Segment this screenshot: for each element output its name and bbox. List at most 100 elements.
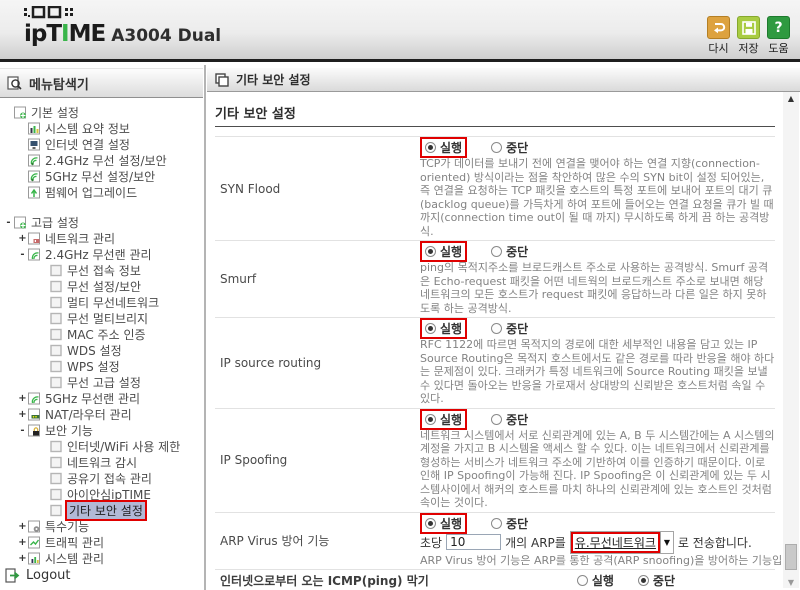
stop-option-radio[interactable] <box>491 413 503 425</box>
sidebar-item[interactable]: 인터넷 연결 설정 <box>0 136 202 152</box>
page-icon <box>49 360 65 373</box>
setting-section: IP source routing 실행 중단 RFC 1122에 따르면 목적지의 … <box>215 318 775 409</box>
menu-item-label: 무선 멀티브리지 <box>67 311 149 326</box>
page-icon <box>215 72 229 87</box>
refresh-button[interactable]: 다시 <box>707 16 730 56</box>
expand-toggle[interactable]: - <box>18 425 27 436</box>
stop-option[interactable]: 중단 <box>491 515 528 532</box>
expand-toggle[interactable]: + <box>18 537 27 548</box>
menu-item-label: NAT/라우터 관리 <box>45 407 132 422</box>
sidebar-item[interactable]: 무선 설정/보안 <box>0 278 202 294</box>
scroll-thumb[interactable] <box>785 544 797 570</box>
sidebar-item[interactable]: - 2.4GHz 무선랜 관리 <box>0 246 202 262</box>
run-option-label: 실행 <box>591 574 614 588</box>
refresh-label: 다시 <box>708 42 729 55</box>
logo-text: ipTIME <box>24 21 106 47</box>
sidebar-item[interactable]: + NAT/라우터 관리 <box>0 406 202 422</box>
sidebar-item[interactable]: 기본 설정 <box>0 104 202 120</box>
sidebar-item[interactable]: 공유기 접속 관리 <box>0 470 202 486</box>
sidebar-item[interactable]: + 트래픽 관리 <box>0 534 202 550</box>
folder-gear-icon <box>13 216 29 229</box>
run-option-radio[interactable] <box>576 575 588 586</box>
page-icon <box>49 488 65 501</box>
expand-toggle[interactable]: - <box>18 249 27 260</box>
sidebar-item[interactable]: WPS 설정 <box>0 358 202 374</box>
help-button[interactable]: ? 도움 <box>767 16 790 56</box>
sidebar-item[interactable]: 멀티 무선네트워크 <box>0 294 202 310</box>
sidebar-item[interactable]: 펌웨어 업그레이드 <box>0 184 202 200</box>
run-option[interactable]: 실행 <box>425 243 462 260</box>
stop-option[interactable]: 중단 <box>491 139 528 156</box>
menu-explorer-titlebar: 메뉴탐색기 <box>0 68 203 98</box>
save-button[interactable]: 저장 <box>737 16 760 56</box>
menu-item-label: 네트워크 감시 <box>67 455 138 470</box>
sidebar-item[interactable]: 네트워크 감시 <box>0 454 202 470</box>
sidebar-item[interactable]: 5GHz 무선 설정/보안 <box>0 168 202 184</box>
scrollbar[interactable]: ▲ ▼ <box>783 92 799 588</box>
sidebar-item[interactable]: + 네트워크 관리 <box>0 230 202 246</box>
sidebar-item[interactable]: +5GHz 무선랜 관리 <box>0 390 202 406</box>
stop-option-radio[interactable] <box>491 142 503 153</box>
menu-item-label: 인터넷 연결 설정 <box>45 137 130 152</box>
setting-body: 실행 중단 RFC 1122에 따르면 목적지의 경로에 대한 세부적인 내용을 담… <box>420 318 775 408</box>
sidebar-item[interactable]: + 시스템 관리 <box>0 550 202 566</box>
expand-toggle[interactable]: + <box>18 409 27 420</box>
sidebar-item[interactable]: 무선 접속 정보 <box>0 262 202 278</box>
expand-toggle[interactable]: + <box>18 553 27 564</box>
logout-icon <box>5 568 20 583</box>
arp-count-input[interactable] <box>446 534 502 550</box>
stop-option[interactable]: 중단 <box>491 243 528 260</box>
save-icon <box>737 16 760 39</box>
stop-option-radio[interactable] <box>637 575 649 586</box>
run-option-radio[interactable] <box>425 142 436 153</box>
run-option-radio[interactable] <box>425 246 436 257</box>
scroll-up-arrow[interactable]: ▲ <box>783 94 799 103</box>
menu-item-label: 네트워크 관리 <box>45 231 116 246</box>
chevron-down-icon[interactable]: ▼ <box>659 531 673 553</box>
sidebar-item[interactable]: 인터넷/WiFi 사용 제한 <box>0 438 202 454</box>
expand-toggle[interactable]: + <box>18 521 27 532</box>
run-option-label: 실행 <box>440 141 463 155</box>
run-option[interactable]: 실행 <box>425 320 462 337</box>
sidebar-item[interactable]: 시스템 요약 정보 <box>0 120 202 136</box>
arp-config-line: 초당개의 ARP를유.무선네트워크▼로 전송합니다. <box>420 530 783 554</box>
expand-toggle[interactable]: - <box>4 217 13 228</box>
stop-option-radio[interactable] <box>491 246 503 257</box>
sidebar-item-etc-security-selected[interactable]: 기타 보안 설정 <box>0 499 202 521</box>
radio-row: 실행 중단 <box>420 318 775 339</box>
folder-wireless-icon <box>27 392 43 405</box>
setting-label: IP source routing <box>220 355 322 370</box>
stop-option[interactable]: 중단 <box>491 320 528 337</box>
stop-option-label: 중단 <box>506 245 529 259</box>
stop-option-radio[interactable] <box>491 517 503 529</box>
sidebar-item[interactable]: 무선 멀티브리지 <box>0 310 202 326</box>
sidebar-item[interactable]: 무선 고급 설정 <box>0 374 202 390</box>
sidebar-item[interactable]: - 고급 설정 <box>0 214 202 230</box>
page-icon <box>49 504 65 517</box>
stop-option[interactable]: 중단 <box>491 411 528 428</box>
sidebar-item[interactable]: - 보안 기능 <box>0 422 202 438</box>
run-option-radio[interactable] <box>425 323 436 334</box>
run-option[interactable]: 실행 <box>425 411 462 428</box>
stop-option[interactable]: 중단 <box>637 572 675 589</box>
arp-target-select[interactable]: 유.무선네트워크 ▼ <box>569 530 674 554</box>
run-option[interactable]: 실행 <box>576 572 614 589</box>
run-option[interactable]: 실행 <box>425 515 462 532</box>
sidebar-item[interactable]: WDS 설정 <box>0 342 202 358</box>
setting-section: Smurf 실행 중단 ping의 목적지주소를 브로드캐스트 주소로 사용하는 공격… <box>215 241 775 318</box>
save-label: 저장 <box>738 42 759 55</box>
logout-button[interactable]: Logout <box>5 568 71 583</box>
menu-item-label: 무선 고급 설정 <box>67 375 141 390</box>
run-option-radio[interactable] <box>425 517 436 529</box>
sidebar-item[interactable]: 2.4GHz 무선 설정/보안 <box>0 152 202 168</box>
setting-body: 실행 중단 네트워크 시스템에서 서로 신뢰관계에 있는 A, B 두 시스템간에는… <box>420 408 775 512</box>
sidebar-item[interactable]: MAC 주소 인증 <box>0 326 202 342</box>
expand-toggle[interactable]: + <box>18 233 27 244</box>
expand-toggle[interactable]: + <box>18 393 27 404</box>
stop-option-radio[interactable] <box>491 323 503 334</box>
folder-router-icon <box>27 408 43 421</box>
arp-prefix: 초당 <box>420 535 443 550</box>
run-option[interactable]: 실행 <box>425 139 462 156</box>
run-option-radio[interactable] <box>425 413 436 425</box>
scroll-down-arrow[interactable]: ▼ <box>783 578 799 587</box>
